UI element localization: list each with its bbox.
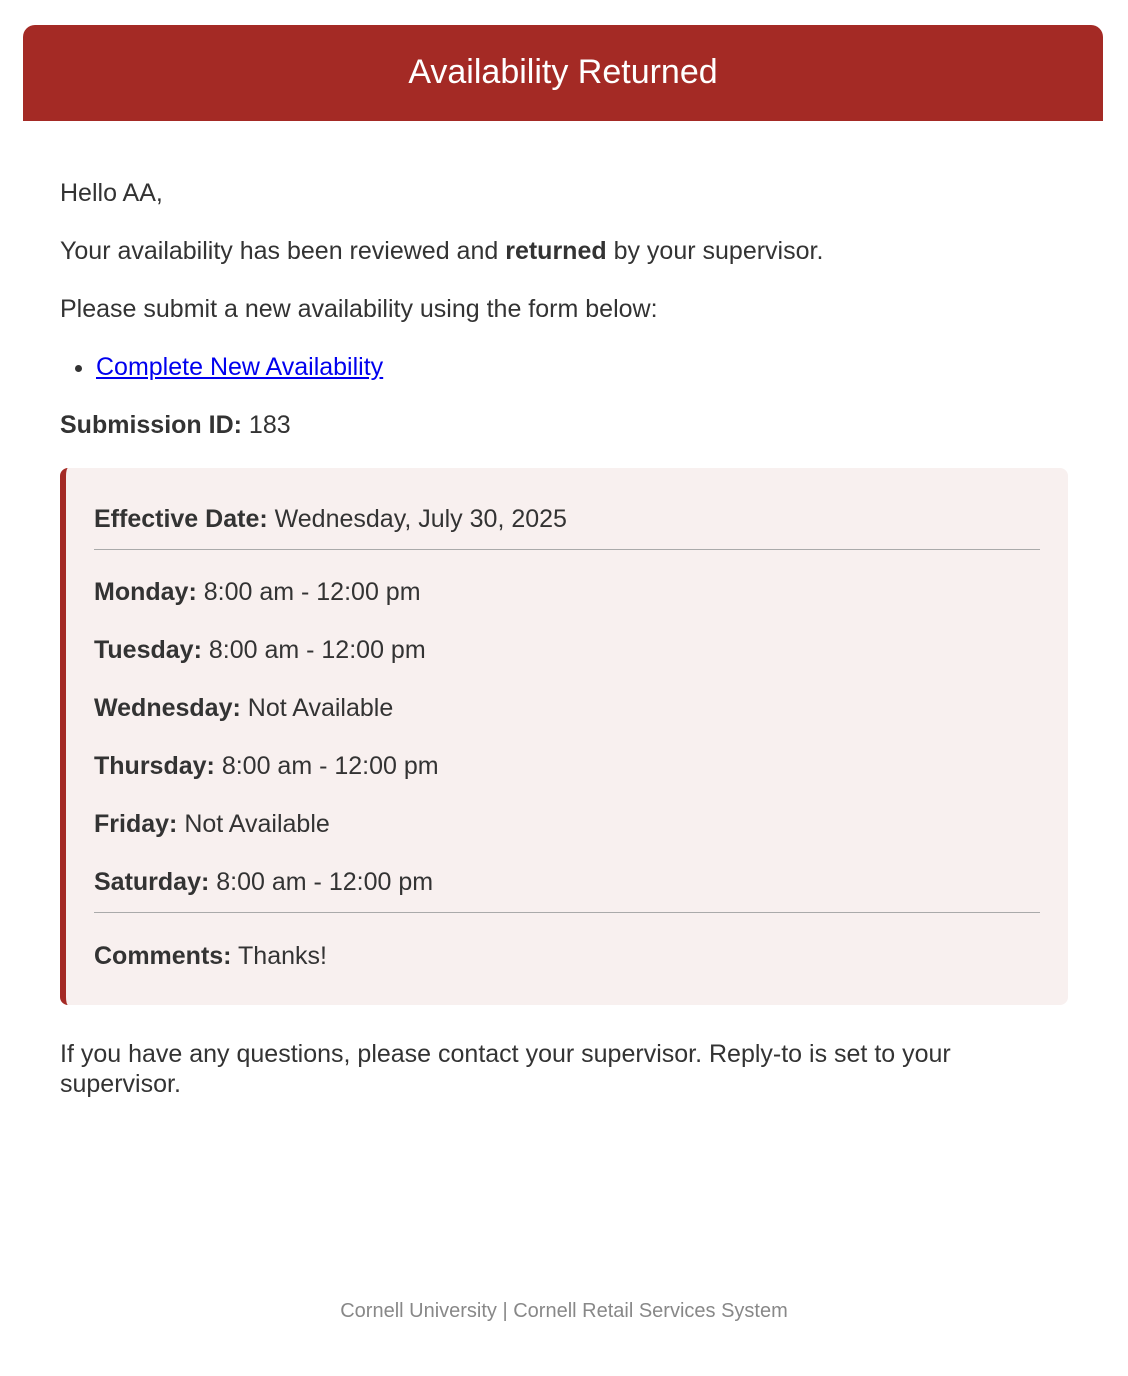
schedule-hours: 8:00 am - 12:00 pm — [203, 578, 421, 606]
schedule-day: Tuesday: — [94, 636, 202, 664]
link-list: Complete New Availability — [60, 352, 1068, 382]
schedule-hours: Not Available — [247, 694, 394, 722]
schedule-row-thursday: Thursday: 8:00 am - 12:00 pm — [94, 751, 1040, 781]
schedule-row-wednesday: Wednesday: Not Available — [94, 693, 1040, 723]
schedule-row-saturday: Saturday: 8:00 am - 12:00 pm — [94, 867, 1040, 897]
email-title: Availability Returned — [408, 52, 718, 91]
schedule-hours: 8:00 am - 12:00 pm — [208, 636, 426, 664]
submission-id: Submission ID: 183 — [60, 410, 1068, 440]
complete-new-availability-link[interactable]: Complete New Availability — [96, 353, 383, 381]
effective-date-label: Effective Date: — [94, 505, 268, 533]
submission-id-value: 183 — [248, 411, 291, 439]
instruction-text: Please submit a new availability using t… — [60, 295, 658, 323]
greeting: Hello AA, — [60, 179, 163, 207]
schedule-hours: 8:00 am - 12:00 pm — [216, 868, 434, 896]
comments: Comments: Thanks! — [94, 941, 1040, 971]
divider — [94, 549, 1040, 550]
email-header: Availability Returned — [23, 25, 1103, 121]
submission-id-label: Submission ID: — [60, 411, 242, 439]
schedule-row-monday: Monday: 8:00 am - 12:00 pm — [94, 577, 1040, 607]
schedule-day: Thursday: — [94, 752, 215, 780]
email-body: Hello AA, Your availability has been rev… — [60, 178, 1068, 1127]
schedule-row-friday: Friday: Not Available — [94, 809, 1040, 839]
review-message-suffix: by your supervisor. — [613, 237, 824, 265]
schedule-day: Friday: — [94, 810, 178, 838]
comments-value: Thanks! — [238, 942, 327, 970]
schedule-day: Monday: — [94, 578, 197, 606]
comments-label: Comments: — [94, 942, 232, 970]
schedule-day: Wednesday: — [94, 694, 241, 722]
review-message-emphasis: returned — [505, 237, 607, 265]
list-item: Complete New Availability — [96, 352, 1068, 382]
review-message-prefix: Your availability has been reviewed and — [60, 237, 499, 265]
schedule-hours: 8:00 am - 12:00 pm — [221, 752, 439, 780]
schedule-day: Saturday: — [94, 868, 210, 896]
closing-text: If you have any questions, please contac… — [60, 1040, 951, 1098]
email-footer: Cornell University | Cornell Retail Serv… — [340, 1300, 788, 1322]
schedule-hours: Not Available — [184, 810, 330, 838]
divider — [94, 912, 1040, 913]
effective-date-value: Wednesday, July 30, 2025 — [274, 505, 567, 533]
availability-details-box: Effective Date: Wednesday, July 30, 2025… — [60, 468, 1068, 1005]
effective-date: Effective Date: Wednesday, July 30, 2025 — [94, 504, 1040, 534]
review-message: Your availability has been reviewed and … — [60, 236, 1068, 266]
schedule-row-tuesday: Tuesday: 8:00 am - 12:00 pm — [94, 635, 1040, 665]
